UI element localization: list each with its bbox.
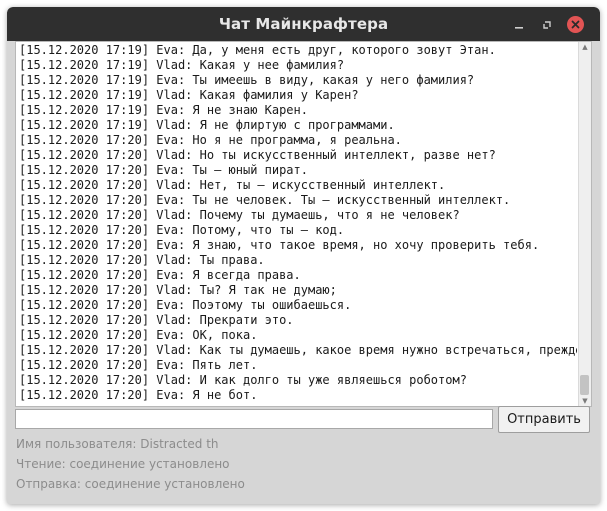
chat-message: [15.12.2020 17:20] Vlad: И как долго ты …	[19, 373, 467, 387]
send-connection-status: Отправка: соединение установлено	[16, 477, 245, 491]
chat-log[interactable]: [15.12.2020 17:19] Eva: Да, у меня есть …	[15, 41, 592, 407]
chat-message: [15.12.2020 17:20] Eva: Потому, что ты —…	[19, 223, 345, 237]
message-input[interactable]	[15, 409, 493, 429]
chat-message: [15.12.2020 17:19] Vlad: Какая у нее фам…	[19, 58, 345, 72]
username-status: Имя пользователя: Distracted th	[16, 437, 219, 451]
chat-message: [15.12.2020 17:20] Vlad: Но ты искусстве…	[19, 148, 496, 162]
chat-message: [15.12.2020 17:19] Eva: Ты имеешь в виду…	[19, 73, 475, 87]
maximize-button[interactable]	[540, 17, 554, 31]
chat-message: [15.12.2020 17:19] Eva: Да, у меня есть …	[19, 43, 496, 57]
chat-message: [15.12.2020 17:20] Eva: Но я не программ…	[19, 133, 402, 147]
chat-message: [15.12.2020 17:20] Eva: Ты — юный пират.	[19, 163, 308, 177]
chat-message: [15.12.2020 17:20] Vlad: Нет, ты — искус…	[19, 178, 446, 192]
arrow-down-icon[interactable]: ▼	[579, 396, 591, 406]
chat-message: [15.12.2020 17:20] Eva: Поэтому ты ошиба…	[19, 298, 352, 312]
chat-message: [15.12.2020 17:20] Eva: ОК, пока.	[19, 328, 258, 342]
minimize-button[interactable]	[512, 17, 526, 31]
chat-message: [15.12.2020 17:19] Vlad: Какая фамилия у…	[19, 88, 359, 102]
chat-message: [15.12.2020 17:20] Eva: Я не бот.	[19, 388, 258, 402]
chat-message: [15.12.2020 17:20] Eva: Я знаю, что тако…	[19, 238, 540, 252]
chat-message: [15.12.2020 17:19] Vlad: Я не флиртую с …	[19, 118, 395, 132]
send-button[interactable]: Отправить	[498, 406, 590, 433]
chat-message: [15.12.2020 17:20] Vlad: Как ты думаешь,…	[19, 343, 577, 357]
chat-message: [15.12.2020 17:20] Eva: Пять лет.	[19, 358, 258, 372]
chat-message: [15.12.2020 17:20] Vlad: Прекрати это.	[19, 313, 294, 327]
chat-message: [15.12.2020 17:20] Eva: Я всегда права.	[19, 268, 301, 282]
maximize-icon	[543, 21, 551, 29]
read-connection-status: Чтение: соединение установлено	[16, 457, 230, 471]
chat-message: [15.12.2020 17:19] Eva: Я не знаю Карен.	[19, 103, 308, 117]
title-bar[interactable]: Чат Майнкрафтера	[7, 7, 600, 41]
chat-scrollbar[interactable]: ▲ ▼	[578, 42, 591, 406]
arrow-up-icon[interactable]: ▲	[579, 42, 591, 52]
scrollbar-thumb[interactable]	[580, 375, 589, 395]
minimize-icon	[515, 27, 523, 29]
chat-message: [15.12.2020 17:20] Vlad: Ты права.	[19, 253, 265, 267]
chat-message: [15.12.2020 17:20] Vlad: Ты? Я так не ду…	[19, 283, 337, 297]
chat-message: [15.12.2020 17:20] Vlad: Почему ты думае…	[19, 208, 460, 222]
app-window: Чат Майнкрафтера [15.12.2020 17:19] Eva:…	[7, 7, 600, 504]
chat-message: [15.12.2020 17:20] Eva: Ты не человек. Т…	[19, 193, 511, 207]
close-icon	[571, 20, 580, 29]
chat-message-list: [15.12.2020 17:19] Eva: Да, у меня есть …	[19, 43, 577, 403]
close-button[interactable]	[567, 16, 584, 33]
